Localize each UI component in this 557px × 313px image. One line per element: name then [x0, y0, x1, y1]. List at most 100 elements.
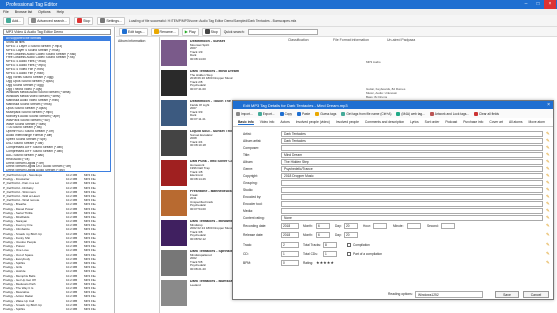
bpm-input[interactable]: 0 [281, 260, 299, 266]
reading-options-label: Reading options: [388, 292, 413, 296]
pencil-icon[interactable]: ✎ [546, 201, 551, 206]
pencil-icon[interactable]: ✎ [546, 145, 551, 150]
dialog-tab[interactable]: Cover art [489, 120, 503, 124]
dialog-tab[interactable]: Lyrics [410, 120, 419, 124]
pencil-icon[interactable]: ✎ [546, 138, 551, 143]
menu-file[interactable]: File [3, 10, 9, 14]
stop-button[interactable]: Stop [74, 16, 94, 25]
pencil-icon[interactable]: ✎ [546, 180, 551, 185]
field-input[interactable] [281, 201, 543, 207]
field-input[interactable]: 2018 Dropper Music [281, 173, 543, 179]
album-entry[interactable]: Dark Tentacles - Mind Dream The Hidden St… [160, 70, 280, 99]
field-input[interactable]: None [281, 215, 543, 221]
field-input[interactable]: Mind Dream [281, 152, 543, 158]
field-input[interactable]: Psychedelic/Trance [281, 166, 543, 172]
dialog-tool-button[interactable]: Paste [297, 111, 310, 116]
dialog-tab[interactable]: Sort order [425, 120, 440, 124]
gapless-checkbox[interactable] [347, 252, 351, 256]
play-button[interactable]: ▶ Play [181, 27, 199, 36]
dialog-tab[interactable]: All atoms [509, 120, 523, 124]
field-input[interactable]: Dark Tentacles [281, 131, 543, 137]
menu-help[interactable]: Help [57, 10, 64, 14]
field-input[interactable]: Dark Tentacles [281, 138, 543, 144]
release-day-input[interactable]: 20 [344, 232, 358, 238]
dialog-close-icon[interactable]: × [547, 102, 550, 108]
dialog-tool-button[interactable]: (M4A) web tag... [396, 111, 425, 116]
pencil-icon[interactable]: ✎ [546, 208, 551, 213]
recording-edit-icon[interactable]: ✎ [546, 223, 551, 228]
pencil-icon[interactable]: ✎ [546, 131, 551, 136]
compilation-checkbox[interactable] [347, 243, 351, 247]
dialog-tool-button[interactable]: Copy [279, 111, 292, 116]
dialog-tab[interactable]: Involved people [336, 120, 359, 124]
dialog-tab[interactable]: Purchase info [463, 120, 483, 124]
format-list[interactable]: All supported file formats Show all files… [3, 36, 111, 172]
pencil-icon[interactable]: ✎ [546, 159, 551, 164]
field-input[interactable] [281, 194, 543, 200]
format-filter-select[interactable]: MP3 Video & Audio Tag Editor Demo [3, 29, 111, 35]
save-button[interactable]: Save [495, 291, 519, 298]
pencil-icon[interactable]: ✎ [546, 194, 551, 199]
recording-hour-input[interactable] [373, 223, 387, 229]
album-entry[interactable]: Deathmoon - Sunset Moonset Spirit 2007 Trac… [160, 40, 280, 69]
edit-tags-button[interactable]: Edit tags... [119, 27, 148, 36]
release-month-input[interactable]: 6 [316, 232, 330, 238]
cd-input[interactable]: 1 [281, 251, 299, 257]
pencil-icon[interactable]: ✎ [546, 166, 551, 171]
dialog-tab[interactable]: Comments and description [365, 120, 404, 124]
dialog-tool-button[interactable]: Import... [236, 111, 253, 116]
cd-edit-icon[interactable]: ✎ [546, 251, 551, 256]
album-tree[interactable]: Album information [116, 37, 160, 313]
track-edit-icon[interactable]: ✎ [546, 242, 551, 247]
field-input[interactable] [281, 180, 543, 186]
release-year-input[interactable]: 2018 [281, 232, 299, 238]
rating-stars[interactable]: ★★★★★ [316, 260, 334, 265]
total-tracks-input[interactable]: 8 [323, 242, 337, 248]
pencil-icon[interactable]: ✎ [546, 187, 551, 192]
stop-playback-button[interactable]: Stop [201, 27, 221, 36]
dialog-tab[interactable]: Actors [280, 120, 289, 124]
pencil-icon[interactable]: ✎ [546, 173, 551, 178]
total-cds-input[interactable]: 1 [323, 251, 337, 257]
format-list-item[interactable]: Direct Stream Digital Audio Stream (*.ds… [4, 169, 110, 171]
file-row[interactable]: Prodigy - Spitfire 10.2 MB MP4 File [3, 307, 111, 311]
release-edit-icon[interactable]: ✎ [546, 232, 551, 237]
bpm-edit-icon[interactable]: ✎ [546, 260, 551, 265]
track-input[interactable]: 2 [281, 242, 299, 248]
field-input[interactable] [281, 208, 543, 214]
menu-options[interactable]: Options [38, 10, 50, 14]
pencil-icon[interactable]: ✎ [546, 152, 551, 157]
settings-button[interactable]: Settings... [97, 16, 125, 25]
dialog-tool-button[interactable]: Artwork and Lock tags... [429, 111, 469, 116]
recording-minute-input[interactable] [407, 223, 421, 229]
pencil-icon[interactable]: ✎ [546, 215, 551, 220]
menu-browse-list[interactable]: Browse list [15, 10, 32, 14]
field-input[interactable]: The Hidden Step [281, 159, 543, 165]
file-list[interactable]: P_DefXGOd.mp3 - Swonlops 10.2 MB MP4 File P… [3, 173, 111, 313]
recording-day-input[interactable]: 20 [344, 223, 358, 229]
maximize-icon[interactable]: □ [532, 0, 544, 9]
rename-button[interactable]: Rename... [150, 27, 179, 36]
close-icon[interactable]: × [544, 0, 556, 9]
field-input[interactable] [281, 187, 543, 193]
cancel-button[interactable]: Cancel [523, 291, 549, 298]
dialog-tab[interactable]: Podcast [445, 120, 457, 124]
advanced-search-button[interactable]: Advanced search... [28, 16, 71, 25]
minimize-icon[interactable]: – [520, 0, 532, 9]
dialog-tool-button[interactable]: Clear all fields [474, 111, 499, 116]
dialog-tool-button[interactable]: Export... [257, 111, 275, 116]
reading-options-select[interactable]: Windows1252 [415, 291, 483, 298]
field-label: Copyright: [243, 174, 259, 178]
field-input[interactable] [281, 145, 543, 151]
add-button[interactable]: Add... [3, 16, 25, 25]
recording-year-input[interactable]: 2018 [281, 223, 299, 229]
recording-month-input[interactable]: 6 [316, 223, 330, 229]
recording-second-input[interactable] [441, 223, 455, 229]
dialog-tab[interactable]: Video info [260, 120, 275, 124]
quick-search-input[interactable] [247, 28, 318, 35]
dialog-tool-button[interactable]: Guess tags [315, 111, 336, 116]
dialog-tab[interactable]: Involved people (video) [296, 120, 330, 124]
dialog-tool-button[interactable]: Get tags from file name (Ctrl+A) [341, 111, 391, 116]
dialog-tab[interactable]: Move atom [529, 120, 545, 124]
dialog-tab[interactable]: Basic info [238, 120, 254, 125]
